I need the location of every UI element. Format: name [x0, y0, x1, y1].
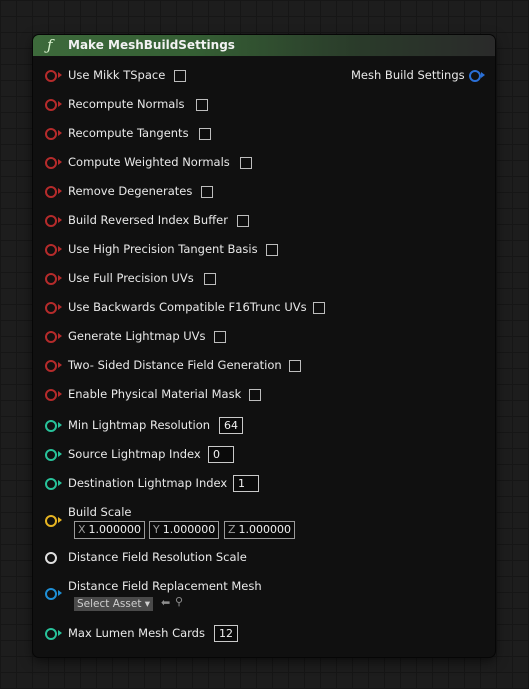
output-pin[interactable]	[469, 70, 481, 82]
min-lightmap-resolution-field[interactable]: 64	[219, 417, 243, 434]
select-asset-label: Select Asset	[77, 598, 142, 610]
input-pin[interactable]	[45, 588, 57, 600]
checkbox[interactable]	[249, 389, 261, 401]
input-pin[interactable]	[45, 360, 57, 372]
source-lightmap-index-field[interactable]: 0	[208, 446, 234, 463]
input-label: Recompute Tangents	[68, 126, 189, 140]
pin-arrow-icon	[58, 480, 62, 486]
input-label: Max Lumen Mesh Cards	[68, 626, 205, 640]
input-pin[interactable]	[45, 215, 57, 227]
checkbox[interactable]	[313, 302, 325, 314]
pin-arrow-icon	[58, 275, 62, 281]
checkbox[interactable]	[201, 186, 213, 198]
pin-arrow-icon	[58, 217, 62, 223]
input-label: Compute Weighted Normals	[68, 155, 230, 169]
dropdown-arrow-icon: ▾	[144, 598, 151, 610]
pin-arrow-icon	[58, 517, 62, 523]
pin-arrow-icon	[58, 333, 62, 339]
y-value: 1.000000	[162, 523, 216, 536]
z-value: 1.000000	[238, 523, 292, 536]
pin-arrow-icon	[58, 451, 62, 457]
input-label: Recompute Normals	[68, 97, 185, 111]
pin-arrow-icon	[58, 391, 62, 397]
input-label: Distance Field Resolution Scale	[68, 550, 247, 564]
input-label: Min Lightmap Resolution	[68, 418, 211, 432]
pin-arrow-icon	[58, 246, 62, 252]
x-value: 1.000000	[88, 523, 142, 536]
pin-arrow-icon	[58, 101, 62, 107]
pin-arrow-icon	[58, 422, 62, 428]
y-axis-label: Y	[153, 523, 160, 536]
checkbox[interactable]	[204, 273, 216, 285]
destination-lightmap-index-field[interactable]: 1	[233, 475, 259, 492]
input-label: Use Backwards Compatible F16Trunc UVs	[68, 300, 307, 314]
function-icon: ƒ	[47, 36, 53, 54]
input-label: Use Full Precision UVs	[68, 271, 194, 285]
input-pin[interactable]	[45, 70, 57, 82]
input-label: Source Lightmap Index	[68, 447, 201, 461]
pin-arrow-icon	[58, 590, 62, 596]
input-label: Use High Precision Tangent Basis	[68, 242, 258, 256]
pin-arrow-icon	[58, 304, 62, 310]
input-pin[interactable]	[45, 552, 57, 564]
checkbox[interactable]	[214, 331, 226, 343]
input-pin[interactable]	[45, 302, 57, 314]
x-axis-label: X	[78, 523, 86, 536]
input-pin[interactable]	[45, 157, 57, 169]
checkbox[interactable]	[174, 70, 186, 82]
select-asset-dropdown[interactable]: Select Asset ▾	[74, 597, 154, 611]
pin-arrow-icon	[58, 188, 62, 194]
input-label: Two- Sided Distance Field Generation	[68, 358, 282, 372]
checkbox[interactable]	[196, 99, 208, 111]
input-label: Distance Field Replacement Mesh	[68, 579, 262, 593]
input-pin[interactable]	[45, 628, 57, 640]
pin-arrow-icon	[58, 130, 62, 136]
checkbox[interactable]	[199, 128, 211, 140]
pin-arrow-icon	[58, 630, 62, 636]
checkbox[interactable]	[289, 360, 301, 372]
max-lumen-mesh-cards-field[interactable]: 12	[214, 625, 238, 642]
input-label: Enable Physical Material Mask	[68, 387, 242, 401]
input-pin[interactable]	[45, 128, 57, 140]
input-label: Generate Lightmap UVs	[68, 329, 206, 343]
browse-search-icon[interactable]: ⚲	[175, 595, 183, 608]
input-label: Use Mikk TSpace	[68, 68, 166, 82]
checkbox[interactable]	[266, 244, 278, 256]
input-pin[interactable]	[45, 99, 57, 111]
input-label: Destination Lightmap Index	[68, 476, 228, 490]
build-scale-y-field[interactable]: Y 1.000000	[149, 521, 220, 539]
input-label: Remove Degenerates	[68, 184, 193, 198]
output-pin-arrow-icon	[481, 72, 485, 78]
output-label: Mesh Build Settings	[351, 68, 465, 82]
input-label: Build Reversed Index Buffer	[68, 213, 228, 227]
pin-arrow-icon	[58, 72, 62, 78]
z-axis-label: Z	[228, 523, 236, 536]
node-header[interactable]: ƒ Make MeshBuildSettings	[33, 35, 495, 57]
input-pin[interactable]	[45, 420, 57, 432]
input-label: Build Scale	[68, 505, 132, 519]
input-pin[interactable]	[45, 389, 57, 401]
pin-arrow-icon	[58, 159, 62, 165]
build-scale-x-field[interactable]: X 1.000000	[74, 521, 146, 539]
input-pin[interactable]	[45, 515, 57, 527]
checkbox[interactable]	[237, 215, 249, 227]
input-pin[interactable]	[45, 449, 57, 461]
input-pin[interactable]	[45, 478, 57, 490]
input-pin[interactable]	[45, 331, 57, 343]
pin-arrow-icon	[58, 362, 62, 368]
node-title: Make MeshBuildSettings	[68, 38, 235, 52]
build-scale-z-field[interactable]: Z 1.000000	[224, 521, 296, 539]
input-pin[interactable]	[45, 186, 57, 198]
input-pin[interactable]	[45, 244, 57, 256]
input-pin[interactable]	[45, 273, 57, 285]
checkbox[interactable]	[240, 157, 252, 169]
use-selected-arrow-icon[interactable]: ⬅	[161, 596, 170, 609]
